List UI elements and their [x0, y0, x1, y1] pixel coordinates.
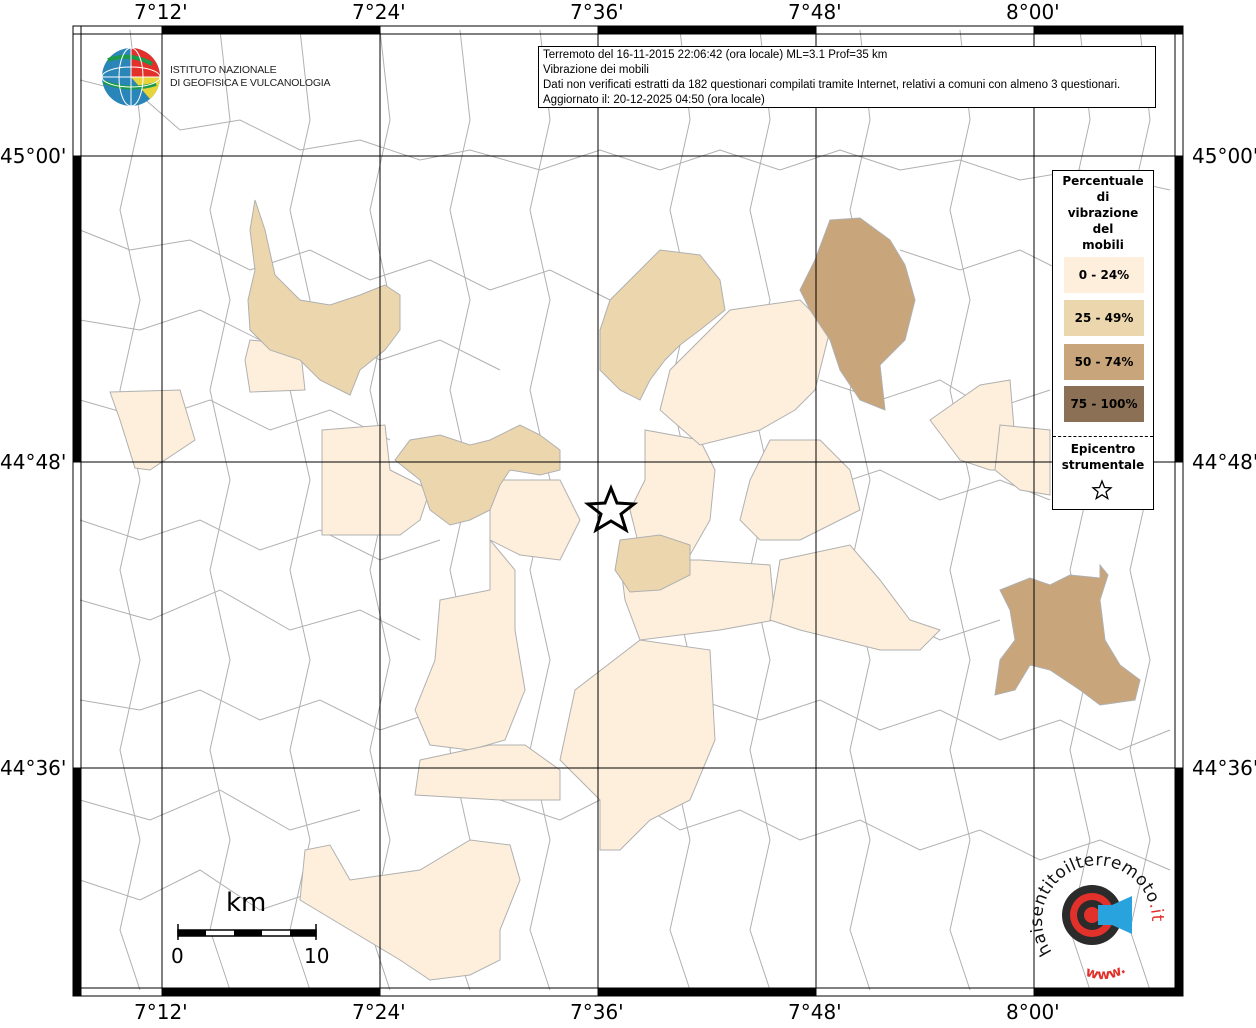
top-lon-label: 7°12' [134, 0, 188, 24]
bottom-lon-label: 7°48' [788, 1000, 842, 1024]
top-lon-label: 8°00' [1006, 0, 1060, 24]
top-lon-label: 7°48' [788, 0, 842, 24]
map-background [73, 26, 1183, 996]
bottom-lon-label: 8°00' [1006, 1000, 1060, 1024]
legend-class-0-24: 0 - 24% [1064, 257, 1144, 293]
bottom-lon-label: 7°12' [134, 1000, 188, 1024]
legend-class-75-100: 75 - 100% [1064, 386, 1144, 422]
scale-unit: km [226, 888, 267, 918]
right-lat-label: 44°48' [1192, 450, 1256, 474]
legend-class-50-74: 50 - 74% [1064, 344, 1144, 380]
map: haisentitoilterremoto.it www. [0, 0, 1256, 1024]
star-icon [1091, 479, 1113, 500]
legend-divider [1053, 436, 1153, 437]
legend: Percentuale di vibrazione del mobili 0 -… [1052, 170, 1154, 510]
ingv-line2: DI GEOFISICA E VULCANOLOGIA [170, 77, 331, 89]
ingv-globe-icon [101, 47, 161, 107]
top-lon-label: 7°36' [570, 0, 624, 24]
data-note: Dati non verificati estratti da 182 ques… [543, 79, 1121, 91]
top-lon-label: 7°24' [352, 0, 406, 24]
legend-class-25-49: 25 - 49% [1064, 300, 1144, 336]
right-lat-label: 45°00' [1192, 144, 1256, 168]
left-lat-label: 44°48' [0, 450, 67, 474]
bottom-lon-label: 7°36' [570, 1000, 624, 1024]
left-lat-label: 45°00' [0, 144, 67, 168]
right-lat-label: 44°36' [1192, 756, 1256, 780]
map-subject: Vibrazione dei mobili [543, 64, 649, 76]
event-title: Terremoto del 16-11-2015 22:06:42 (ora l… [543, 49, 888, 61]
scale-max: 10 [304, 944, 330, 968]
map-canvas: haisentitoilterremoto.it www. [72, 25, 1184, 997]
bottom-lon-label: 7°24' [352, 1000, 406, 1024]
legend-epicentre-label: Epicentro strumentale [1061, 442, 1145, 472]
scale-min: 0 [171, 944, 184, 968]
ingv-logo-text: ISTITUTO NAZIONALE DI GEOFISICA E VULCAN… [170, 64, 331, 90]
left-lat-label: 44°36' [0, 756, 67, 780]
legend-title: Percentuale di vibrazione del mobili [1062, 174, 1144, 252]
update-time: Aggiornato il: 20-12-2025 04:50 (ora loc… [543, 94, 765, 106]
event-info-box: Terremoto del 16-11-2015 22:06:42 (ora l… [538, 46, 1156, 108]
ingv-line1: ISTITUTO NAZIONALE [170, 64, 277, 76]
